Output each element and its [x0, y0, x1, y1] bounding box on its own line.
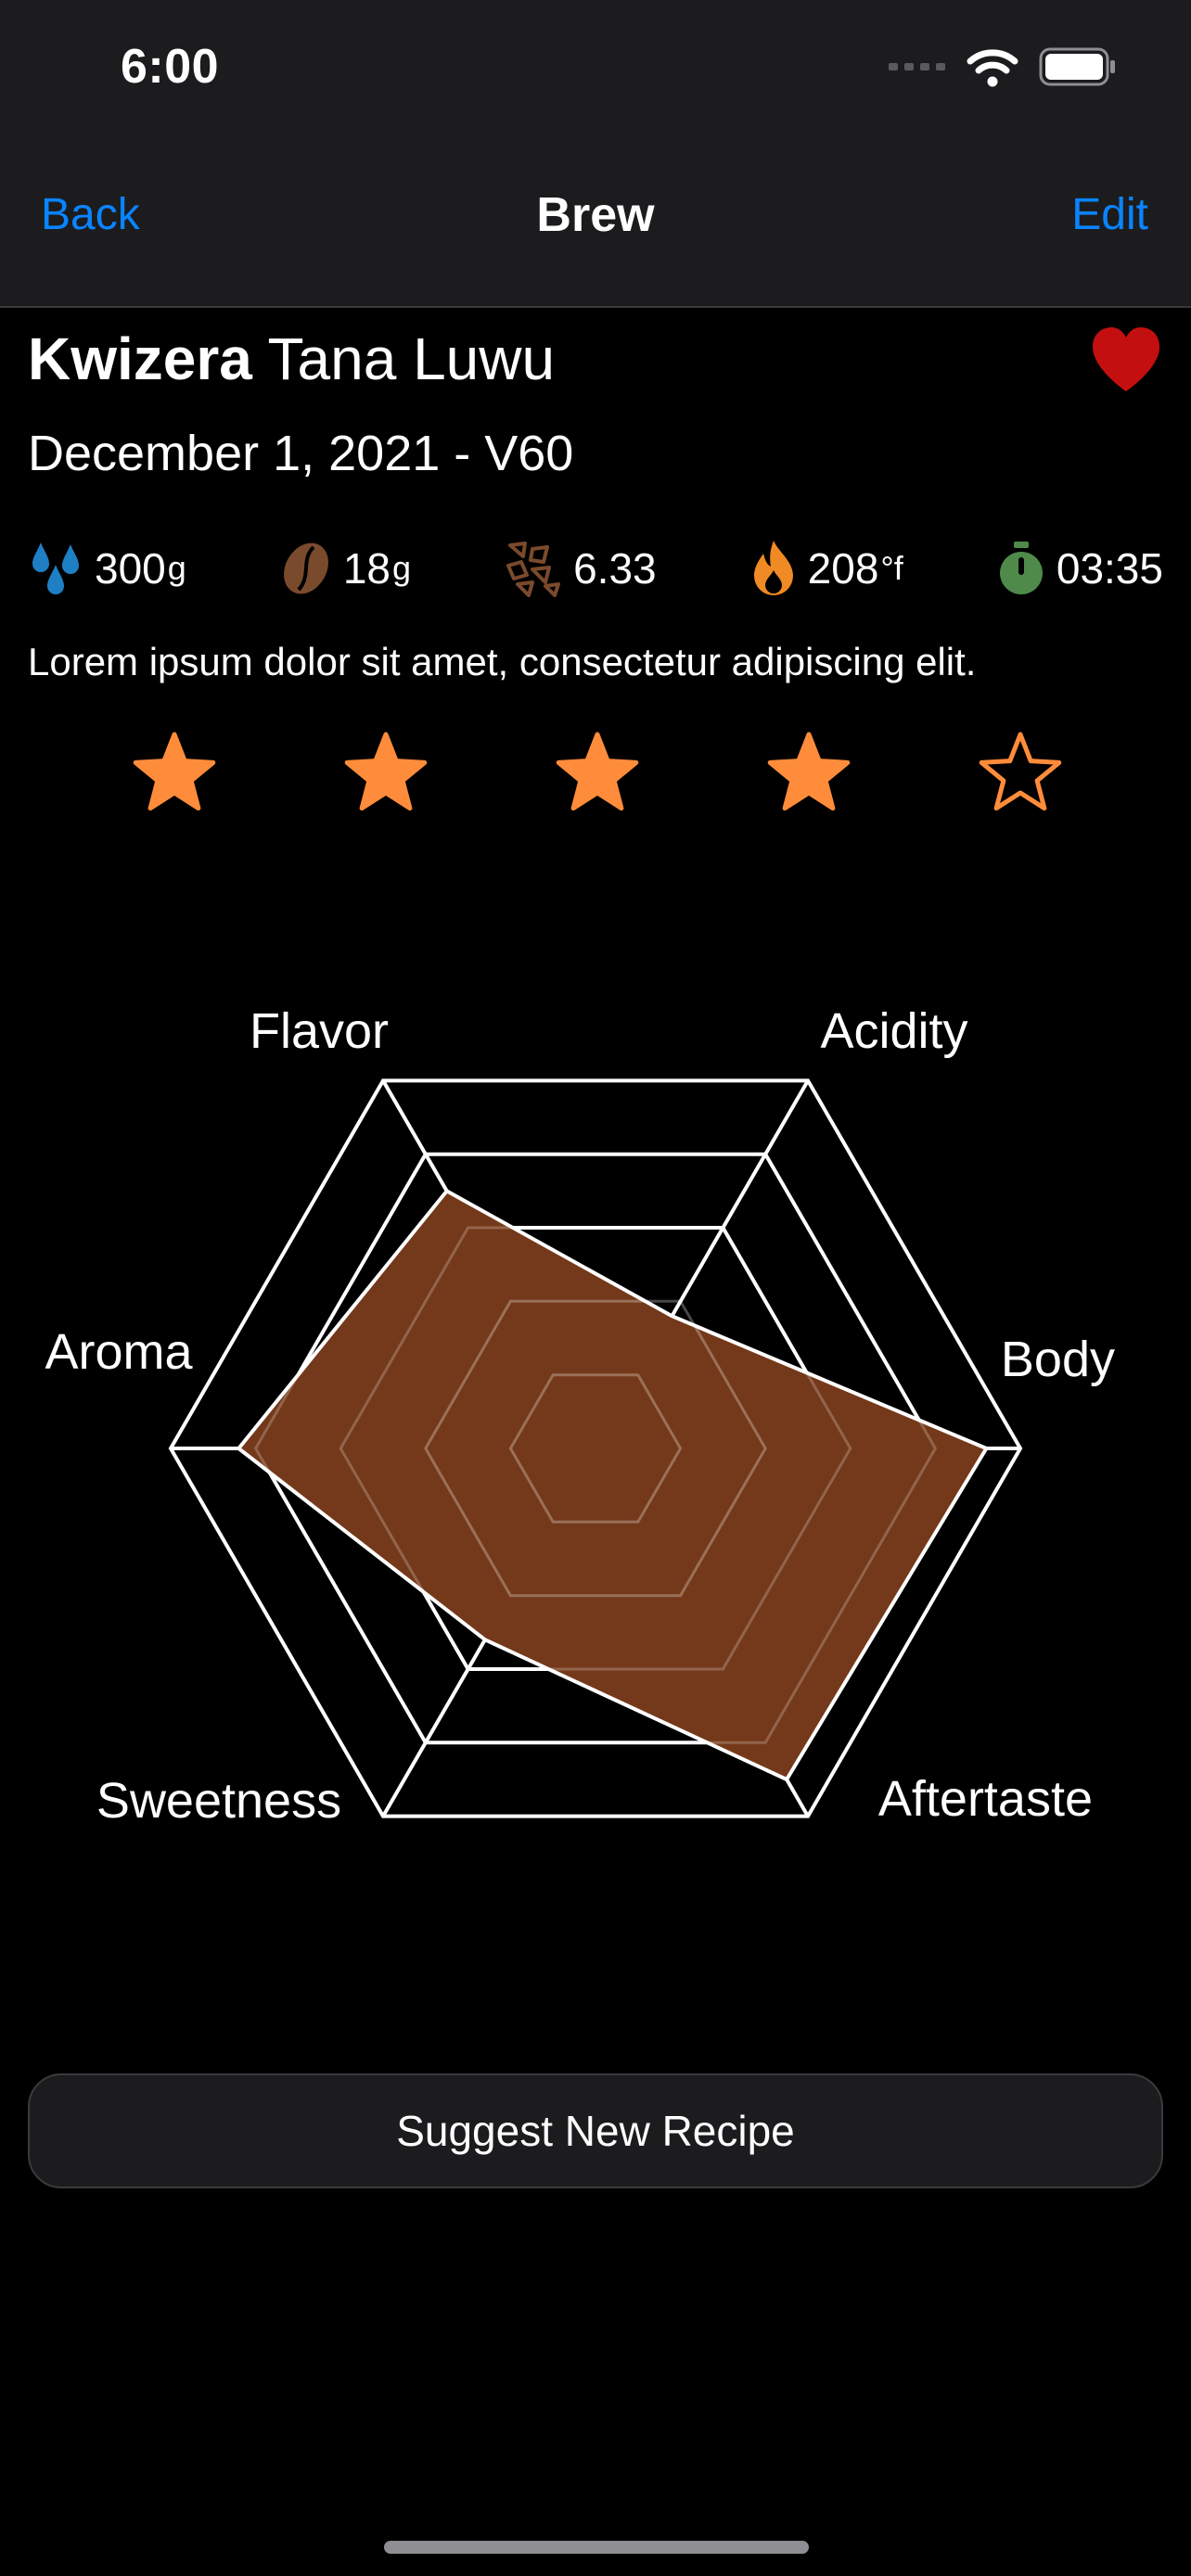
radar-axis-label-aftertaste: Aftertaste	[878, 1771, 1093, 1827]
suggest-new-recipe-button[interactable]: Suggest New Recipe	[28, 2073, 1163, 2188]
favorite-heart-icon[interactable]	[1089, 325, 1163, 395]
timer-icon	[999, 542, 1043, 594]
star-rating[interactable]	[130, 727, 1062, 816]
star-filled-icon[interactable]	[764, 727, 853, 816]
water-drops-icon	[32, 542, 79, 594]
brew-notes: Lorem ipsum dolor sit amet, consectetur …	[28, 640, 977, 683]
navigation-header: 6:00 Back Brew Edit	[0, 0, 1191, 308]
star-filled-icon[interactable]	[341, 727, 430, 816]
radar-data-area	[236, 1188, 990, 1782]
roaster-name: Kwizera	[28, 325, 252, 392]
stat-water: 300 g	[28, 539, 186, 598]
stat-time-value: 03:35	[1056, 544, 1163, 593]
stat-grind: 6.33	[505, 540, 657, 597]
radar-axis-label-flavor: Flavor	[250, 1003, 389, 1059]
page-title: Brew	[536, 188, 655, 242]
star-filled-icon[interactable]	[553, 727, 642, 816]
wifi-icon	[967, 49, 1018, 87]
coffee-name: Tana Luwu	[267, 325, 556, 392]
flavor-radar-chart: Flavor Acidity Body Aftertaste Sweetness Arom…	[45, 1003, 1115, 1829]
stat-grind-value: 6.33	[573, 544, 657, 593]
radar-axis-label-acidity: Acidity	[820, 1003, 967, 1059]
coffee-bean-icon	[283, 542, 328, 594]
radar-axis-label-body: Body	[1001, 1332, 1115, 1387]
radar-axis-label-aroma: Aroma	[45, 1324, 193, 1380]
stat-dose: 18 g	[280, 540, 411, 597]
coffee-title: Kwizera Tana Luwu	[28, 325, 555, 393]
stat-temperature-unit: °f	[880, 549, 903, 587]
grounds-icon	[506, 542, 561, 597]
stat-dose-value: 18	[342, 544, 391, 593]
battery-icon	[1039, 47, 1115, 86]
star-filled-icon[interactable]	[130, 727, 219, 816]
star-empty-icon[interactable]	[976, 727, 1065, 816]
home-indicator	[384, 2541, 809, 2554]
stat-water-unit: g	[167, 549, 186, 587]
stat-dose-unit: g	[392, 549, 412, 587]
status-icons	[889, 46, 1117, 87]
stat-temperature-value: 208	[807, 544, 879, 593]
radar-axis-label-sweetness: Sweetness	[96, 1773, 341, 1829]
cellular-signal-icon	[889, 63, 945, 70]
stat-time: 03:35	[997, 541, 1163, 596]
stat-water-value: 300	[95, 544, 166, 593]
brew-stats: 300 g 18 g 6.33 208 °f 03:35	[28, 538, 1163, 599]
brew-date-method: December 1, 2021 - V60	[28, 426, 574, 481]
status-time: 6:00	[121, 40, 220, 94]
flame-icon	[753, 541, 793, 595]
edit-button[interactable]: Edit	[1071, 189, 1148, 240]
stat-temperature: 208 °f	[750, 539, 903, 598]
